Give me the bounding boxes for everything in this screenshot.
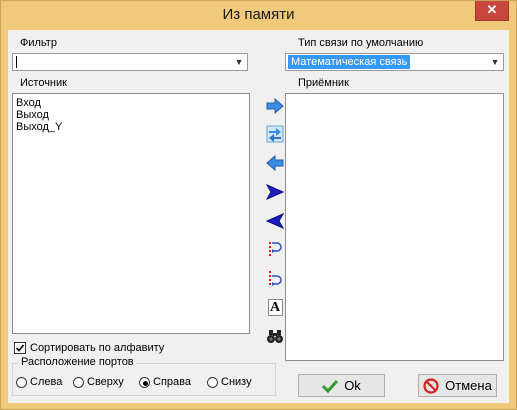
radio-selected-dot [143,381,148,386]
filter-label: Фильтр [20,37,57,49]
dialog-client: Фильтр ▼ Тип связи по умолчанию Математи… [8,30,509,403]
radio-circle[interactable] [207,377,218,388]
cancel-button[interactable]: Отмена [418,374,497,397]
link-type-combo[interactable]: Математическая связь ▼ [285,53,504,71]
radio-label: Слева [30,376,63,388]
link-type-label: Тип связи по умолчанию [298,37,424,49]
add-selected-button[interactable] [266,96,284,116]
close-button[interactable]: ✕ [475,1,509,21]
no-entry-icon [423,377,439,394]
radio-circle[interactable] [139,377,150,388]
port-right-button[interactable] [266,240,284,260]
triangle-left-icon [266,213,284,229]
link-type-value: Математическая связь [288,55,411,69]
radio-circle[interactable] [16,377,27,388]
receiver-label: Приёмник [298,77,349,89]
checkmark-icon [15,344,25,352]
radio-label: Справа [153,376,191,388]
port-loop-left-icon [269,271,282,287]
dialog-window: Из памяти ✕ Фильтр ▼ Тип связи по умолча… [0,0,517,410]
swap-button[interactable] [266,124,284,144]
window-title: Из памяти [222,6,295,23]
sort-label: Сортировать по алфавиту [30,342,165,354]
filter-combo[interactable]: ▼ [12,53,248,71]
radio-label: Сверху [87,376,124,388]
port-left-button[interactable] [266,269,284,289]
ports-groupbox: Расположение портов Слева Сверху Справа … [12,356,276,396]
ok-button[interactable]: Ok [298,374,385,397]
arrow-right-icon [266,98,284,114]
font-a-icon: A [267,298,283,316]
source-label: Источник [20,77,67,89]
triangle-right-icon [266,184,284,200]
check-icon [322,379,339,393]
close-icon: ✕ [486,2,498,17]
swap-icon [266,125,284,143]
font-button[interactable]: A [266,297,284,317]
remove-all-button[interactable] [266,211,284,231]
add-all-button[interactable] [266,182,284,202]
binoculars-icon [267,330,283,343]
list-item[interactable]: Выход_Y [13,121,249,133]
ports-legend: Расположение портов [19,356,136,368]
checkbox-box[interactable] [14,342,26,354]
chevron-down-icon[interactable]: ▼ [231,54,247,70]
title-bar[interactable]: Из памяти ✕ [1,1,516,29]
port-loop-right-icon [269,242,282,258]
radio-circle[interactable] [73,377,84,388]
list-item[interactable]: Выход [13,109,249,121]
arrow-left-icon [266,155,284,171]
text-caret [16,56,17,68]
find-button[interactable] [266,326,284,346]
list-item[interactable]: Вход [13,97,249,109]
ok-label: Ok [344,378,361,393]
chevron-down-icon[interactable]: ▼ [487,54,503,70]
source-list[interactable]: Вход Выход Выход_Y [12,93,250,334]
cancel-label: Отмена [445,378,492,393]
radio-label: Снизу [221,376,252,388]
receiver-list[interactable] [285,93,504,361]
remove-selected-button[interactable] [266,153,284,173]
